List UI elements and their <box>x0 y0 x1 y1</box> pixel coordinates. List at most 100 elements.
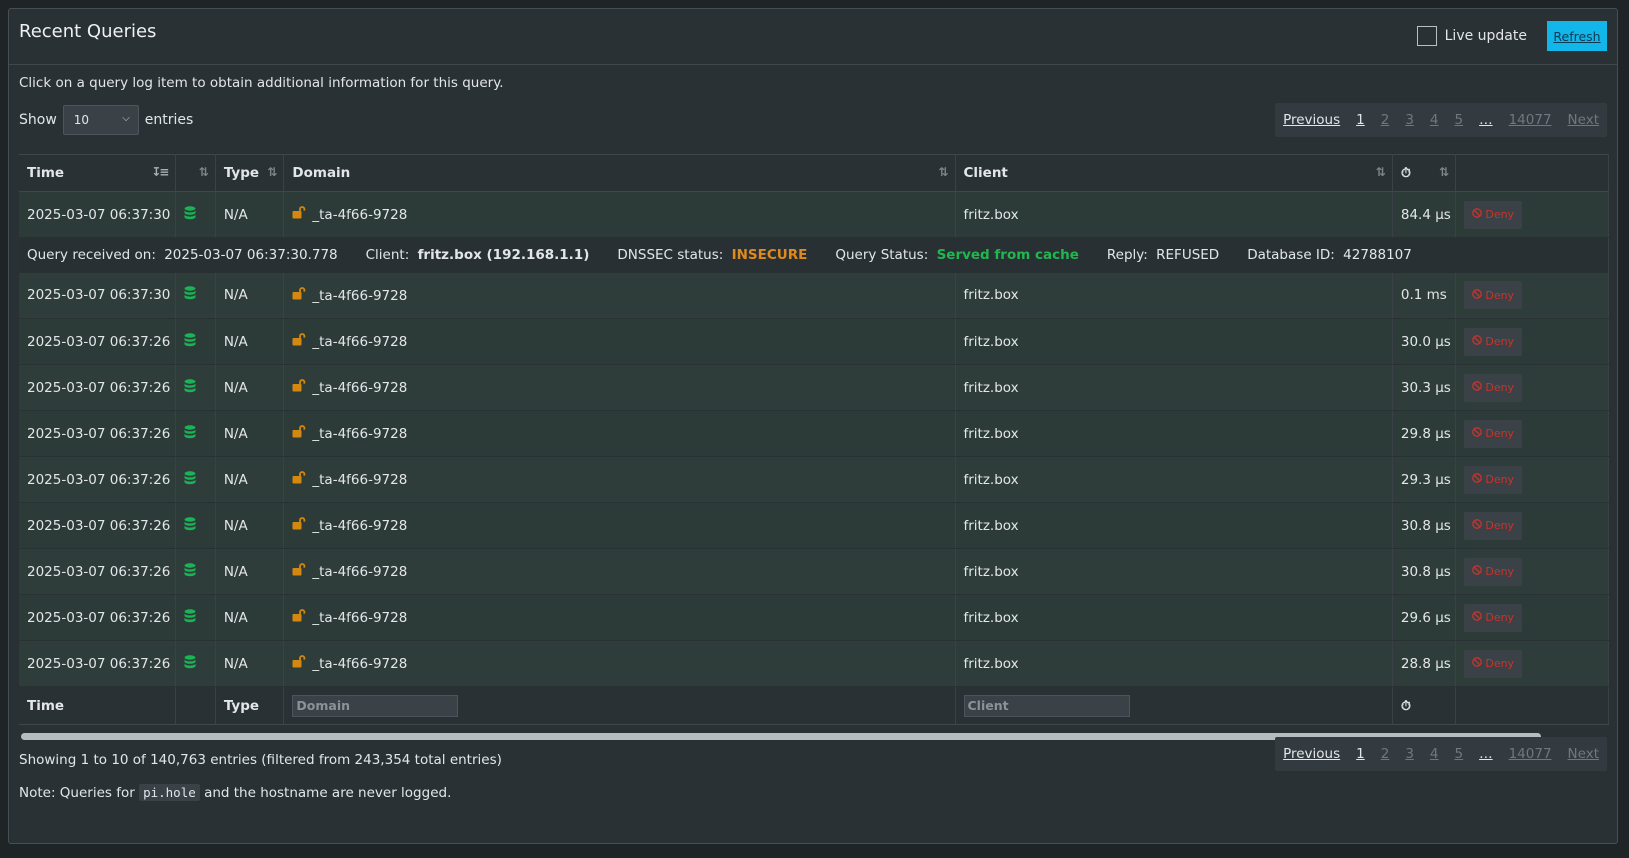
ban-icon <box>1472 288 1483 302</box>
sort-icon[interactable]: ⇅ <box>938 165 948 179</box>
pagination-page[interactable]: 1 <box>1348 112 1373 128</box>
cell-client: fritz.box <box>955 502 1393 549</box>
cell-client: fritz.box <box>955 548 1393 595</box>
unlock-icon <box>292 655 306 672</box>
pagination-previous[interactable]: Previous <box>1275 112 1348 128</box>
pagination-page[interactable]: 4 <box>1422 112 1447 128</box>
domain-text: _ta-4f66-9728 <box>312 518 408 534</box>
cell-time: 2025-03-07 06:37:26 <box>19 548 177 595</box>
client-filter-input[interactable]: Client <box>963 694 1130 717</box>
column-header-time[interactable]: Time ↧≡ <box>19 154 177 192</box>
pagination-page[interactable]: 3 <box>1397 112 1422 128</box>
deny-button[interactable]: Deny <box>1464 649 1523 678</box>
ban-icon <box>1472 427 1483 440</box>
pagination-page[interactable]: 2 <box>1373 112 1398 128</box>
pagination-page[interactable]: 5 <box>1447 112 1472 128</box>
cell-reply-time: 29.3 µs <box>1392 456 1457 503</box>
deny-button[interactable]: Deny <box>1464 465 1523 494</box>
query-log-hint: Click on a query log item to obtain addi… <box>19 75 504 91</box>
ban-icon <box>1472 519 1483 532</box>
database-icon <box>184 286 196 304</box>
query-table: Time ↧≡ ⇅ Type ⇅ Domain ⇅ Client ⇅ ⏱ ⇅ 2025-0… <box>19 154 1609 725</box>
recent-queries-card: Recent Queries Live update Refresh Click… <box>8 8 1618 844</box>
deny-label: Deny <box>1485 335 1515 348</box>
table-row[interactable]: 2025-03-07 06:37:26 N/A _ta-4f66-9728 fritz… <box>19 456 1609 503</box>
pagination-next[interactable]: Next <box>1560 746 1607 762</box>
live-update-checkbox[interactable] <box>1416 26 1437 46</box>
ban-icon <box>1472 335 1483 348</box>
pagination-previous[interactable]: Previous <box>1275 746 1348 762</box>
cell-type: N/A <box>215 364 285 411</box>
cell-time: 2025-03-07 06:37:26 <box>19 364 177 411</box>
table-row[interactable]: 2025-03-07 06:37:26 N/A _ta-4f66-9728 fritz… <box>19 640 1609 687</box>
detail-dbid-value: 42788107 <box>1343 247 1412 264</box>
footer-type: Type <box>215 686 285 725</box>
code-pihole: pi.hole <box>139 784 200 801</box>
live-update-toggle[interactable]: Live update <box>1416 26 1527 46</box>
database-icon <box>184 516 196 535</box>
cell-reply-time: 30.8 µs <box>1392 502 1457 549</box>
pagination-page[interactable]: 2 <box>1373 746 1398 762</box>
sort-desc-icon[interactable]: ↧≡ <box>151 165 169 179</box>
pagination-page[interactable]: 3 <box>1397 746 1422 762</box>
ban-icon <box>1472 657 1483 670</box>
pagination-page[interactable]: 1 <box>1348 746 1373 762</box>
pagination-next[interactable]: Next <box>1560 112 1607 128</box>
detail-received-label: Query received on: <box>27 247 156 264</box>
sort-icon[interactable]: ⇅ <box>267 165 277 179</box>
domain-filter-input[interactable]: Domain <box>292 694 459 717</box>
deny-label: Deny <box>1485 473 1515 486</box>
deny-button[interactable]: Deny <box>1464 281 1523 310</box>
deny-button[interactable]: Deny <box>1464 603 1523 632</box>
domain-text: _ta-4f66-9728 <box>312 564 408 580</box>
deny-button[interactable]: Deny <box>1464 373 1523 402</box>
table-row[interactable]: 2025-03-07 06:37:26 N/A _ta-4f66-9728 fritz… <box>19 594 1609 641</box>
cell-domain: _ta-4f66-9728 <box>283 272 956 319</box>
column-header-reply-time[interactable]: ⏱ ⇅ <box>1392 154 1457 192</box>
table-row[interactable]: 2025-03-07 06:37:26 N/A _ta-4f66-9728 fritz… <box>19 548 1609 595</box>
unlock-icon <box>292 379 306 396</box>
refresh-button[interactable]: Refresh <box>1547 21 1607 51</box>
pagination-page[interactable]: 4 <box>1422 746 1447 762</box>
deny-button[interactable]: Deny <box>1464 557 1523 586</box>
deny-button[interactable]: Deny <box>1464 511 1523 540</box>
deny-button[interactable]: Deny <box>1464 419 1523 448</box>
cell-domain: _ta-4f66-9728 <box>283 456 956 503</box>
table-row[interactable]: 2025-03-07 06:37:30 N/A _ta-4f66-9728 fritz… <box>19 272 1609 319</box>
cell-reply-time: 28.8 µs <box>1392 640 1457 687</box>
pagination-page[interactable]: 5 <box>1447 746 1472 762</box>
show-label: Show <box>19 112 57 128</box>
cell-type: N/A <box>215 502 285 549</box>
pagination-page[interactable]: 14077 <box>1501 112 1560 128</box>
cell-domain: _ta-4f66-9728 <box>283 640 956 687</box>
table-row[interactable]: 2025-03-07 06:37:26 N/A _ta-4f66-9728 fritz… <box>19 364 1609 411</box>
column-header-domain[interactable]: Domain ⇅ <box>283 154 956 192</box>
deny-button[interactable]: Deny <box>1464 327 1523 356</box>
table-row[interactable]: 2025-03-07 06:37:26 N/A _ta-4f66-9728 fritz… <box>19 502 1609 549</box>
table-row[interactable]: 2025-03-07 06:37:26 N/A _ta-4f66-9728 fritz… <box>19 410 1609 457</box>
pagination-page[interactable]: 14077 <box>1501 746 1560 762</box>
cell-domain: _ta-4f66-9728 <box>283 364 956 411</box>
entries-select[interactable]: 10 ⌵ <box>62 105 139 135</box>
cell-time: 2025-03-07 06:37:26 <box>19 410 177 457</box>
table-row[interactable]: 2025-03-07 06:37:26 N/A _ta-4f66-9728 fritz… <box>19 318 1609 365</box>
ban-icon <box>1472 381 1483 394</box>
cell-domain: _ta-4f66-9728 <box>283 548 956 595</box>
deny-button[interactable]: Deny <box>1464 200 1523 229</box>
detail-reply-label: Reply: <box>1106 247 1148 264</box>
column-header-client[interactable]: Client ⇅ <box>955 154 1393 192</box>
detail-dbid-label: Database ID: <box>1247 247 1335 264</box>
sort-icon[interactable]: ⇅ <box>1439 165 1449 179</box>
table-footer-row: Time Type Domain Client ⏱ <box>19 686 1609 725</box>
column-header-status[interactable]: ⇅ <box>175 154 216 192</box>
pagination-ellipsis: … <box>1479 112 1493 128</box>
detail-received-value: 2025-03-07 06:37:30.778 <box>164 247 338 264</box>
cell-reply-time: 30.0 µs <box>1392 318 1457 365</box>
column-header-type[interactable]: Type ⇅ <box>215 154 285 192</box>
table-row[interactable]: 2025-03-07 06:37:30 N/A _ta-4f66-9728 fritz… <box>19 191 1609 238</box>
sort-icon[interactable]: ⇅ <box>1376 165 1386 179</box>
sort-icon[interactable]: ⇅ <box>199 165 209 179</box>
pagination-top: Previous 1 2 3 4 5 … 14077 Next <box>1275 103 1607 137</box>
cell-client: fritz.box <box>955 191 1393 238</box>
detail-client-label: Client: <box>365 247 410 264</box>
